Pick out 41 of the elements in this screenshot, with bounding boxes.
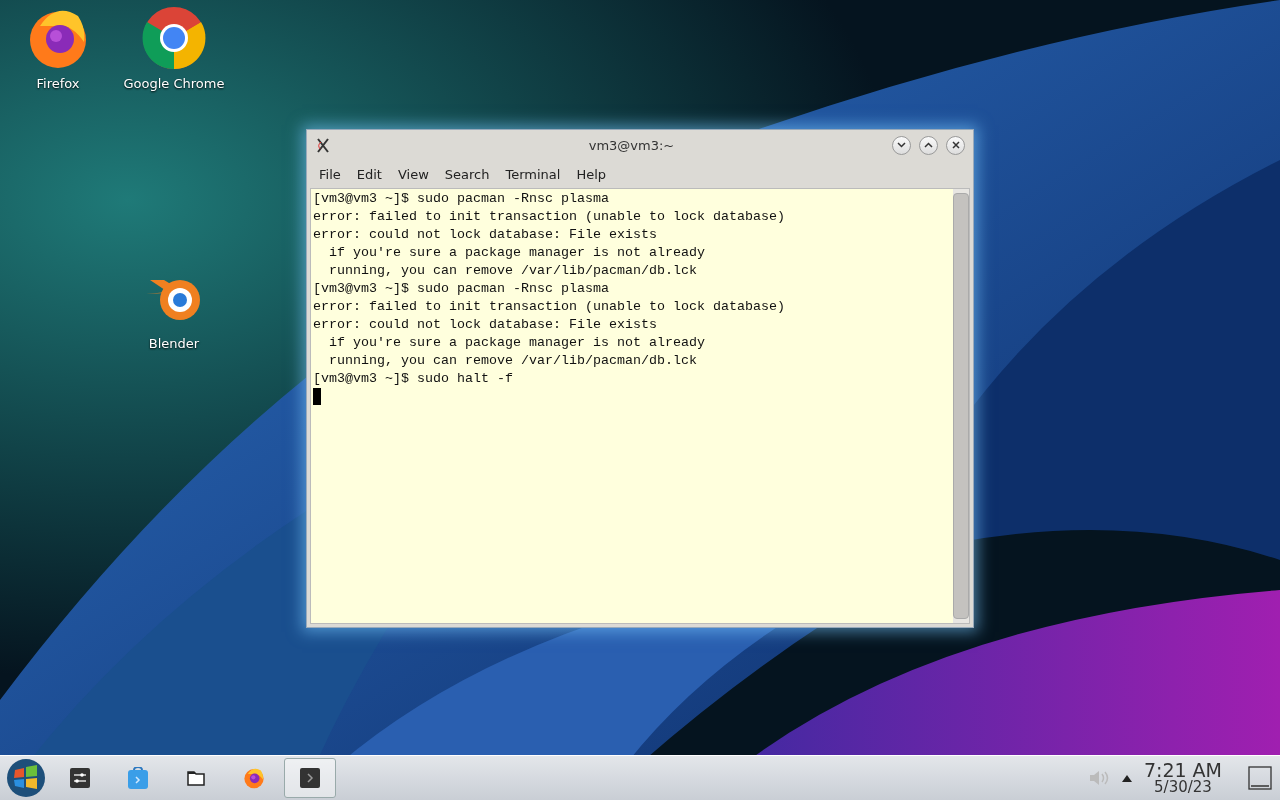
menu-item[interactable]: Help — [568, 166, 615, 182]
clock-date: 5/30/23 — [1154, 780, 1212, 795]
maximize-button[interactable] — [919, 135, 938, 155]
window-title: vm3@vm3:~ — [587, 137, 676, 153]
bag-icon — [128, 767, 148, 789]
up-arrow-icon[interactable] — [1121, 774, 1132, 782]
menu-item[interactable]: Search — [436, 166, 498, 182]
chevron-up-icon — [924, 142, 933, 148]
terminal-line: error: could not lock database: File exists — [313, 226, 658, 244]
folder-icon — [187, 770, 205, 786]
scrollbar-thumb[interactable] — [953, 193, 969, 619]
x-logo-icon — [315, 137, 331, 153]
close-button[interactable] — [946, 135, 965, 155]
terminal-line: error: failed to init transaction (unable to lock database) — [313, 208, 786, 226]
taskbar-launcher[interactable] — [284, 758, 336, 798]
menu-item[interactable]: File — [311, 166, 349, 182]
firefox-icon — [243, 767, 265, 789]
terminal-line: [vm3@vm3 ~]$ sudo halt -f — [313, 370, 514, 388]
terminal-line: running, you can remove /var/lib/pacman/db.lck — [328, 352, 698, 370]
show-desktop-icon[interactable] — [1248, 766, 1272, 790]
icon-label: Blender — [148, 336, 200, 351]
icon-label: Google Chrome — [123, 76, 225, 91]
close-icon — [951, 141, 960, 149]
terminal-line: if you're sure a package manager is not already — [328, 244, 706, 262]
terminal-line: error: failed to init transaction (unable to lock database) — [313, 298, 786, 316]
sliders-icon — [70, 768, 90, 788]
terminal-line: error: could not lock database: File exists — [313, 316, 658, 334]
start-button[interactable] — [4, 758, 48, 798]
menu-item[interactable]: Terminal — [497, 166, 569, 182]
terminal-line: [vm3@vm3 ~]$ sudo pacman -Rnsc plasma — [313, 280, 610, 298]
terminal-line: running, you can remove /var/lib/pacman/db.lck — [328, 262, 698, 280]
chevron-down-icon — [897, 142, 906, 148]
minimize-button[interactable] — [892, 135, 911, 155]
terminal-line: [vm3@vm3 ~]$ sudo pacman -Rnsc plasma — [313, 190, 610, 208]
menu-item[interactable]: Edit — [348, 166, 390, 182]
terminal-line: if you're sure a package manager is not already — [328, 334, 706, 352]
clock-time: 7:21 AM — [1143, 761, 1222, 780]
chrome-icon — [142, 6, 206, 70]
icon-label: Firefox — [36, 76, 80, 91]
menu-item[interactable]: View — [389, 166, 437, 182]
terminal-icon — [300, 768, 320, 788]
